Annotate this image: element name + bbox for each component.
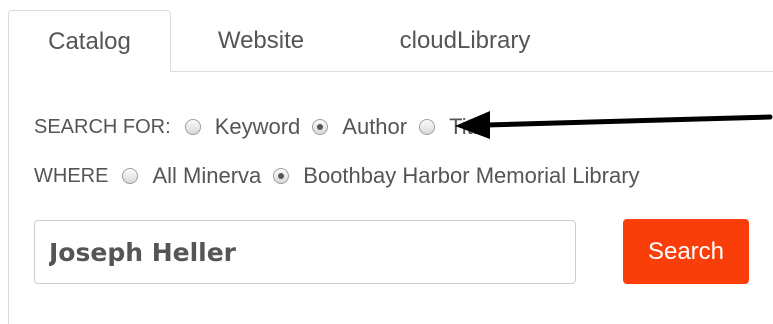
where-label: WHERE — [34, 164, 109, 187]
arrow-shaft — [483, 114, 773, 128]
title-radio[interactable] — [419, 119, 436, 135]
search-for-row: SEARCH FOR: Keyword Author Title — [34, 112, 502, 142]
panel-border — [8, 72, 9, 324]
title-option[interactable]: Title — [419, 114, 490, 140]
boothbay-label: Boothbay Harbor Memorial Library — [303, 163, 640, 188]
tab-website[interactable]: Website — [186, 10, 336, 71]
boothbay-radio[interactable] — [273, 168, 290, 184]
keyword-option[interactable]: Keyword — [184, 114, 301, 140]
search-for-label: SEARCH FOR: — [34, 115, 171, 138]
boothbay-option[interactable]: Boothbay Harbor Memorial Library — [273, 163, 640, 189]
tab-catalog[interactable]: Catalog — [8, 10, 171, 72]
search-tabs: Catalog Website cloudLibrary — [0, 0, 773, 72]
tab-cloudlibrary[interactable]: cloudLibrary — [370, 10, 560, 71]
search-input[interactable] — [34, 220, 576, 284]
author-label: Author — [342, 114, 408, 139]
where-row: WHERE All Minerva Boothbay Harbor Memori… — [34, 161, 652, 191]
author-radio[interactable] — [312, 119, 329, 135]
author-option[interactable]: Author — [312, 114, 407, 140]
all-minerva-label: All Minerva — [152, 163, 262, 188]
all-minerva-radio[interactable] — [122, 168, 139, 184]
keyword-radio[interactable] — [184, 119, 201, 135]
keyword-label: Keyword — [214, 114, 301, 139]
title-label: Title — [449, 114, 490, 139]
tab-divider — [170, 71, 773, 72]
search-button[interactable]: Search — [623, 219, 749, 284]
all-minerva-option[interactable]: All Minerva — [122, 163, 261, 189]
